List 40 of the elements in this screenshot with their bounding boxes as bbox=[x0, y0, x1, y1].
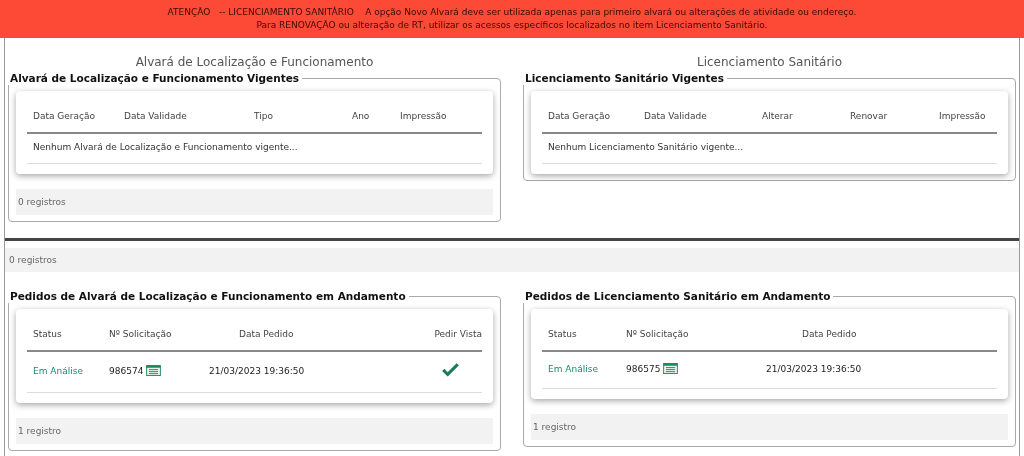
document-list-icon[interactable] bbox=[146, 365, 162, 376]
column-header: Data Pedido bbox=[238, 329, 295, 339]
column-header: Data Pedido bbox=[801, 329, 858, 339]
status-link[interactable]: Em Análise bbox=[542, 363, 626, 374]
column-header: Data Validade bbox=[644, 111, 708, 121]
section-heading: Licenciamento Sanitário bbox=[696, 55, 843, 69]
column-header: Impressão bbox=[400, 111, 447, 121]
column-header: Status bbox=[32, 329, 63, 339]
status-link[interactable]: Em Análise bbox=[27, 365, 109, 376]
group-title: Alvará de Localização e Funcionamento Vigentes bbox=[7, 71, 303, 85]
column-header: Nº Solicitação bbox=[109, 329, 173, 339]
group-title: Licenciamento Sanitário Vigentes bbox=[522, 71, 727, 85]
section-heading: Alvará de Localização e Funcionamento bbox=[134, 55, 375, 69]
record-count: 0 registros bbox=[16, 189, 493, 215]
warning-text: ATENÇÃO -- LICENCIAMENTO SANITÁRIO A opção Novo Alvará deve ser utilizada apenas para primeiro alvará ou alterações de atividade ou endereço. bbox=[167, 6, 857, 19]
request-number: 986574 bbox=[109, 365, 144, 376]
column-header: Data Geração bbox=[32, 111, 97, 121]
group-title: Pedidos de Alvará de Localização e Funcionamento em Andamento bbox=[7, 289, 409, 303]
column-header: Status bbox=[547, 329, 578, 339]
record-count: 1 registro bbox=[16, 418, 493, 444]
column-header: Pedir Vista bbox=[433, 329, 482, 339]
warning-text: Para RENOVAÇÃO ou alteração de RT, utilizar os acessos específicos localizados no item Licenciamento Sanitário. bbox=[256, 19, 768, 32]
group-title: Pedidos de Licenciamento Sanitário em Andamento bbox=[522, 289, 834, 303]
empty-message: Nenhum Alvará de Localização e Funcionamento vigente... bbox=[27, 134, 482, 164]
request-date: 21/03/2023 19:36:50 bbox=[209, 365, 306, 376]
column-header: Nº Solicitação bbox=[626, 329, 690, 339]
column-header: Alterar bbox=[762, 111, 794, 121]
column-header: Tipo bbox=[254, 111, 274, 121]
checkmark-icon[interactable] bbox=[441, 363, 460, 378]
record-count: 0 registros bbox=[9, 255, 57, 265]
column-header: Ano bbox=[352, 111, 371, 121]
request-number: 986575 bbox=[626, 363, 661, 374]
column-header: Renovar bbox=[850, 111, 889, 121]
record-count: 1 registro bbox=[531, 414, 1008, 440]
column-header: Data Validade bbox=[124, 111, 188, 121]
empty-message: Nenhum Licenciamento Sanitário vigente... bbox=[542, 134, 997, 164]
request-date: 21/03/2023 19:36:50 bbox=[765, 363, 863, 374]
column-header: Data Geração bbox=[547, 111, 612, 121]
column-header: Impressão bbox=[939, 111, 986, 121]
document-list-icon[interactable] bbox=[663, 363, 679, 374]
